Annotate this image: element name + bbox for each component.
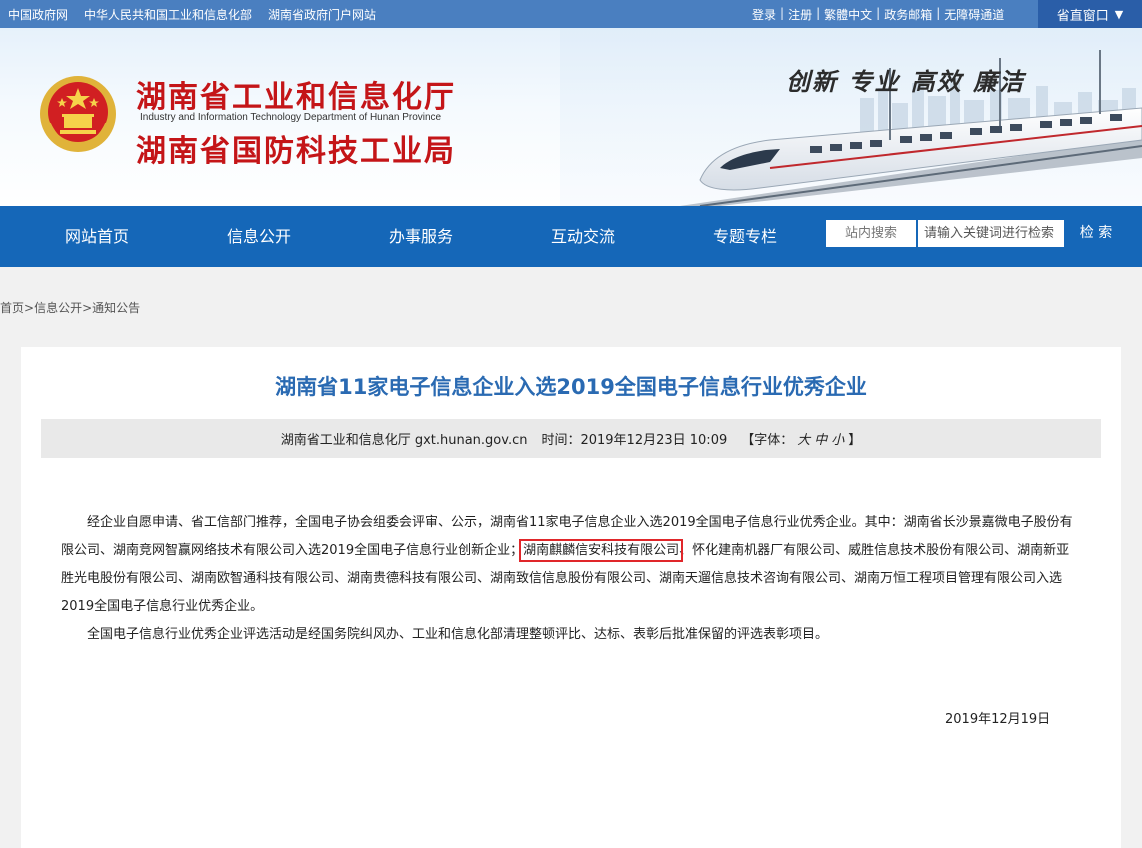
- divider: |: [936, 6, 941, 20]
- portal-button-label: 省直窗口: [1056, 8, 1109, 24]
- provincial-portal-dropdown[interactable]: 省直窗口 ▼: [1038, 0, 1142, 28]
- site-search-label: 站内搜索: [826, 220, 916, 247]
- divider: |: [816, 6, 821, 20]
- top-bar: 中国政府网 中华人民共和国工业和信息化部 湖南省政府门户网站 登录 | 注册 |…: [0, 0, 1142, 28]
- divider: |: [876, 6, 881, 20]
- search-input[interactable]: [918, 220, 1064, 247]
- search-button[interactable]: 检 索: [1066, 220, 1126, 247]
- article-source: 湖南省工业和信息化厅 gxt.hunan.gov.cn: [280, 433, 528, 448]
- article-body: 经企业自愿申请、省工信部门推荐，全国电子协会组委会评审、公示，湖南省11家电子信…: [61, 509, 1081, 649]
- breadcrumb-home[interactable]: 首页: [0, 301, 24, 315]
- font-size-label: 【字体：: [741, 433, 794, 448]
- link-china-gov[interactable]: 中国政府网: [8, 6, 68, 23]
- breadcrumb: 首页>信息公开>通知公告: [0, 299, 140, 316]
- font-size-medium[interactable]: 中: [814, 429, 827, 448]
- link-miit[interactable]: 中华人民共和国工业和信息化部: [84, 6, 252, 23]
- top-links-right: 登录 | 注册 | 繁體中文 | 政务邮箱 | 无障碍通道: [752, 6, 1004, 23]
- article-sign-date: 2019年12月19日: [945, 712, 1051, 727]
- highlighted-company: 湖南麒麟信安科技有限公司: [519, 539, 684, 562]
- nav-item-info-disclosure[interactable]: 信息公开: [199, 206, 319, 267]
- nav-item-interaction[interactable]: 互动交流: [523, 206, 643, 267]
- breadcrumb-notices[interactable]: 通知公告: [92, 301, 140, 315]
- article-paragraph: 全国电子信息行业优秀企业评选活动是经国务院纠风办、工业和信息化部清理整顿评比、达…: [87, 627, 829, 642]
- traditional-chinese-link[interactable]: 繁體中文: [824, 6, 872, 23]
- slogan: 创新 专业 高效 廉洁: [786, 68, 1026, 96]
- font-size-close: 】: [848, 433, 862, 448]
- divider: |: [780, 6, 785, 20]
- breadcrumb-separator: >: [82, 301, 93, 315]
- gov-mail-link[interactable]: 政务邮箱: [884, 6, 932, 23]
- font-size-small[interactable]: 小: [831, 429, 844, 448]
- site-subtitle-cn: 湖南省国防科技工业局: [136, 134, 456, 169]
- nav-item-special-topics[interactable]: 专题专栏: [685, 206, 805, 267]
- site-title-cn: 湖南省工业和信息化厅: [136, 80, 456, 115]
- register-link[interactable]: 注册: [788, 6, 812, 23]
- chevron-down-icon: ▼: [1114, 7, 1124, 21]
- article-meta-bar: 湖南省工业和信息化厅 gxt.hunan.gov.cn 时间：2019年12月2…: [41, 419, 1101, 458]
- article-time: 时间：2019年12月23日 10:09: [541, 433, 728, 448]
- breadcrumb-separator: >: [24, 301, 35, 315]
- font-size-switcher: 【字体： 大 中 小 】: [741, 429, 861, 448]
- header-banner: 湖南省工业和信息化厅 Industry and Information Tech…: [0, 28, 1142, 206]
- national-emblem-icon: [40, 76, 116, 152]
- login-link[interactable]: 登录: [752, 6, 776, 23]
- font-size-large[interactable]: 大: [797, 429, 810, 448]
- article-title: 湖南省11家电子信息企业入选2019全国电子信息行业优秀企业: [275, 375, 867, 399]
- article-paragraph: 经企业自愿申请、省工信部门推荐，全国电子协会组委会评审、公示，湖南省11家电子信…: [61, 509, 1081, 621]
- accessibility-link[interactable]: 无障碍通道: [944, 6, 1004, 23]
- article-card: 湖南省11家电子信息企业入选2019全国电子信息行业优秀企业 湖南省工业和信息化…: [21, 347, 1121, 848]
- site-title-en: Industry and Information Technology Depa…: [140, 112, 442, 123]
- train-illustration: [560, 28, 1142, 206]
- nav-item-home[interactable]: 网站首页: [37, 206, 157, 267]
- link-hunan-gov[interactable]: 湖南省政府门户网站: [268, 6, 376, 23]
- top-links-left: 中国政府网 中华人民共和国工业和信息化部 湖南省政府门户网站: [8, 6, 376, 23]
- breadcrumb-info-disclosure[interactable]: 信息公开: [34, 301, 82, 315]
- nav-item-services[interactable]: 办事服务: [361, 206, 481, 267]
